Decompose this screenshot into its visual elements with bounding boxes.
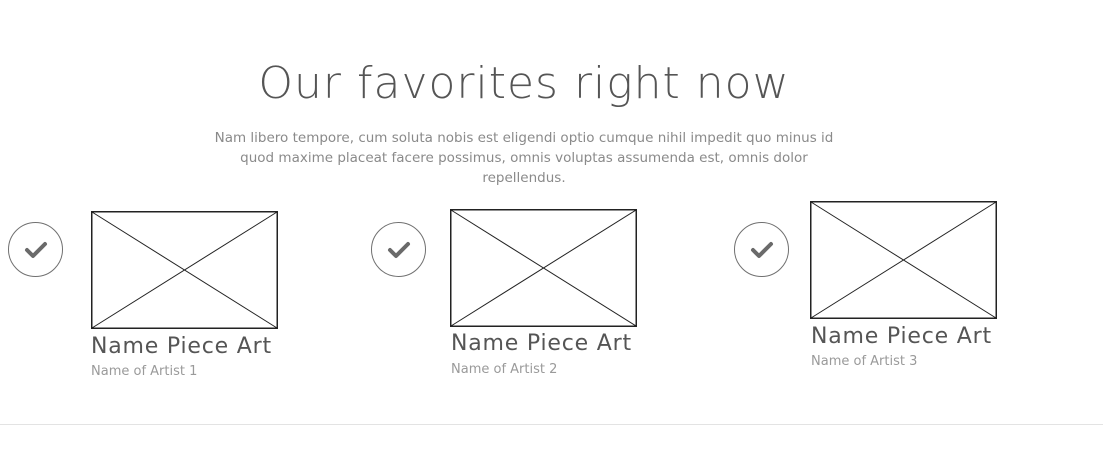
art-title-3[interactable]: Name Piece Art [811, 324, 992, 350]
check-icon [24, 241, 47, 258]
select-toggle-1[interactable] [8, 222, 63, 277]
section-intro: Nam libero tempore, cum soluta nobis est… [214, 130, 834, 186]
artist-name-3: Name of Artist 3 [811, 354, 918, 369]
art-title-1[interactable]: Name Piece Art [91, 334, 272, 360]
image-placeholder-icon [450, 209, 637, 327]
art-title-2[interactable]: Name Piece Art [451, 331, 632, 357]
select-toggle-2[interactable] [371, 222, 426, 277]
section-heading: Our favorites right now [258, 58, 790, 109]
artist-name-1: Name of Artist 1 [91, 364, 198, 379]
select-toggle-3[interactable] [734, 222, 789, 277]
image-placeholder-icon [91, 211, 278, 329]
check-icon [387, 241, 410, 258]
image-placeholder-icon [810, 201, 997, 319]
check-icon [750, 241, 773, 258]
artwork-image-3[interactable] [810, 201, 997, 319]
artist-name-2: Name of Artist 2 [451, 362, 558, 377]
artwork-image-1[interactable] [91, 211, 278, 329]
section-divider [0, 424, 1103, 425]
artwork-image-2[interactable] [450, 209, 637, 327]
